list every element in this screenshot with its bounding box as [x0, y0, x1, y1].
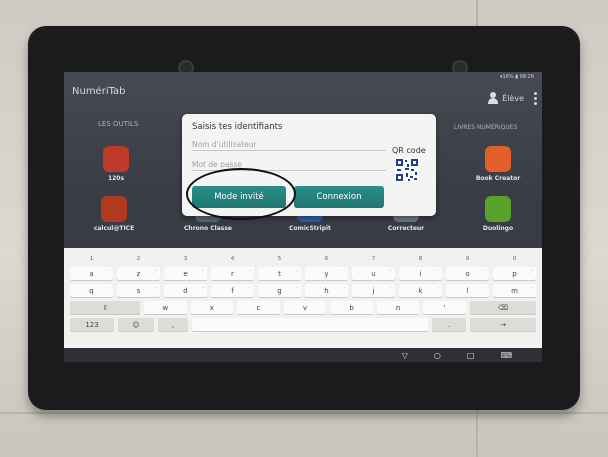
app-duolingo[interactable]: Duolingo	[478, 196, 518, 232]
number-key[interactable]: 8	[399, 252, 442, 265]
letter-key[interactable]: n	[376, 301, 420, 314]
letter-key[interactable]: b	[330, 301, 373, 314]
keyboard-hide-icon[interactable]: ⌨	[500, 351, 512, 360]
number-key[interactable]: 2	[117, 252, 160, 265]
period-key[interactable]: .	[432, 318, 466, 331]
back-icon[interactable]: ▽	[402, 351, 408, 360]
app-120s[interactable]: 120s	[96, 146, 136, 182]
letter-key[interactable]: s	[117, 284, 160, 297]
app-label: Book Creator	[475, 175, 521, 182]
dialog-title: Saisis tes identifiants	[192, 122, 283, 132]
letter-key[interactable]: w	[144, 301, 187, 314]
wall-tile-seam	[0, 412, 608, 414]
overflow-menu-icon[interactable]	[534, 92, 538, 106]
letter-key[interactable]: e	[164, 267, 207, 280]
number-key[interactable]: 6	[305, 252, 348, 265]
letter-key[interactable]: z	[117, 267, 160, 280]
letter-key[interactable]: c	[237, 301, 280, 314]
app-label: Correcteur	[387, 225, 425, 232]
login-button[interactable]: Connexion	[294, 186, 384, 208]
letter-key[interactable]: k	[399, 284, 442, 297]
number-key[interactable]: 3	[164, 252, 207, 265]
user-label: Élève	[502, 93, 524, 103]
number-key[interactable]: 5	[258, 252, 301, 265]
number-key[interactable]: 7	[352, 252, 395, 265]
number-key[interactable]: 1	[70, 252, 113, 265]
letter-key[interactable]: m	[493, 284, 536, 297]
app-calcul-tice[interactable]: calcul@TICE	[94, 196, 134, 232]
app-book-creator-icon	[485, 146, 511, 172]
letter-key[interactable]: '	[423, 301, 466, 314]
tablet-screen: ▾16% ▮ 08:26 NumériTab LES OUTILS LIVRES…	[64, 72, 542, 362]
home-icon[interactable]: ○	[434, 351, 441, 360]
enter-key[interactable]: →	[470, 318, 536, 331]
number-key[interactable]: 9	[446, 252, 489, 265]
letter-key[interactable]: o	[446, 267, 489, 280]
app-title: NumériTab	[72, 86, 126, 97]
letter-key[interactable]: d	[164, 284, 207, 297]
letter-key[interactable]: l	[446, 284, 489, 297]
qr-code-label: QR code	[392, 146, 426, 155]
on-screen-keyboard: 1234567890azertyuiopqsdfghjklm⇧wxcvbn'⌫1…	[64, 248, 542, 348]
status-bar: ▾16% ▮ 08:26	[500, 74, 534, 80]
letter-key[interactable]: v	[283, 301, 327, 314]
section-tools-label: LES OUTILS	[98, 120, 139, 128]
letter-key[interactable]: p	[493, 267, 536, 280]
recents-icon[interactable]: □	[467, 351, 475, 360]
app-label: Duolingo	[482, 225, 514, 232]
app-label: 120s	[107, 175, 125, 182]
emoji-key[interactable]: ☺	[118, 318, 154, 331]
username-field[interactable]	[192, 136, 386, 151]
user-icon	[487, 92, 499, 104]
comma-key[interactable]: ,	[158, 318, 188, 331]
letter-key[interactable]: y	[305, 267, 348, 280]
app-book-creator[interactable]: Book Creator	[475, 146, 521, 182]
app-label: calcul@TICE	[93, 225, 135, 232]
app-duolingo-icon	[485, 196, 511, 222]
letter-key[interactable]: g	[258, 284, 301, 297]
number-key[interactable]: 4	[211, 252, 254, 265]
letter-key[interactable]: f	[211, 284, 254, 297]
shift-key[interactable]: ⇧	[70, 301, 140, 314]
backspace-key[interactable]: ⌫	[470, 301, 536, 314]
letter-key[interactable]: i	[399, 267, 442, 280]
letter-key[interactable]: a	[70, 267, 113, 280]
letter-key[interactable]: x	[190, 301, 234, 314]
app-label: Chrono Classe	[184, 225, 232, 232]
highlight-ring	[186, 168, 296, 220]
letter-key[interactable]: t	[258, 267, 301, 280]
letter-key[interactable]: h	[305, 284, 348, 297]
space-key[interactable]	[192, 318, 428, 331]
letter-key[interactable]: q	[70, 284, 113, 297]
number-key[interactable]: 0	[493, 252, 536, 265]
letter-key[interactable]: r	[211, 267, 254, 280]
symbols-key[interactable]: 123	[70, 318, 114, 331]
letter-key[interactable]: u	[352, 267, 395, 280]
system-nav-bar: ▽ ○ □ ⌨	[64, 348, 542, 362]
section-books-label: LIVRES NUMÉRIQUES	[454, 124, 518, 131]
qr-code-icon[interactable]	[395, 158, 419, 182]
user-account[interactable]: Élève	[487, 92, 524, 104]
app-calcul-icon	[101, 196, 127, 222]
app-label: ComicStripit	[289, 225, 331, 232]
letter-key[interactable]: j	[352, 284, 395, 297]
app-120s-icon	[103, 146, 129, 172]
